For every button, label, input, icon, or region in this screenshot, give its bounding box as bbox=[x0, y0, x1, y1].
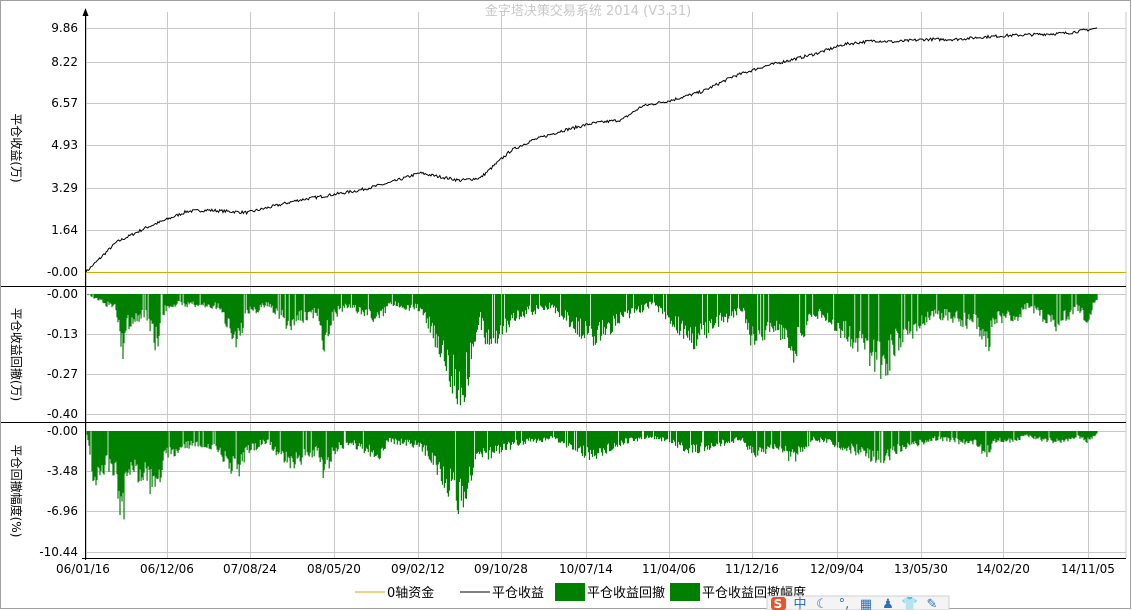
chart-title: 金字塔决策交易系统 2014 (V3.31) bbox=[485, 3, 691, 19]
wrench-icon[interactable]: ✎ bbox=[927, 597, 938, 610]
x-tick-label: 14/11/05 bbox=[1061, 562, 1115, 576]
y-tick-label: -0.27 bbox=[47, 367, 78, 381]
legend-label: 0轴资金 bbox=[387, 585, 434, 601]
y-tick-label: -0.00 bbox=[47, 287, 78, 301]
y-tick-label: -3.48 bbox=[47, 464, 78, 478]
x-tick-label: 13/05/30 bbox=[894, 562, 948, 576]
x-tick-label: 08/05/20 bbox=[307, 562, 361, 576]
keyboard-icon[interactable]: ▦ bbox=[860, 597, 872, 610]
y-axis-title-drawdown-pct: 平仓回撤幅度(%) bbox=[9, 445, 24, 538]
y-tick-label: 6.57 bbox=[51, 96, 78, 110]
y-tick-label: 9.86 bbox=[51, 21, 78, 35]
y-tick-label: 1.64 bbox=[51, 223, 78, 237]
chart-canvas: 金字塔决策交易系统 2014 (V3.31) 9.86 8.22 6.57 4.93 3… bbox=[0, 0, 1132, 610]
y-tick-label: -0.00 bbox=[47, 424, 78, 438]
y-tick-label: 8.22 bbox=[51, 55, 78, 69]
x-tick-label: 12/09/04 bbox=[810, 562, 864, 576]
sogou-s-icon[interactable]: S bbox=[774, 597, 783, 610]
legend-swatch-box bbox=[670, 583, 700, 601]
y-tick-label: -6.96 bbox=[47, 504, 78, 518]
y-tick-label: 4.93 bbox=[51, 138, 78, 152]
x-tick-label: 06/01/16 bbox=[56, 562, 110, 576]
legend-label: 平仓收益回撤 bbox=[587, 585, 665, 601]
y-tick-label: 3.29 bbox=[51, 181, 78, 195]
x-tick-label: 11/04/06 bbox=[642, 562, 696, 576]
user-icon[interactable]: ♟ bbox=[882, 597, 894, 610]
legend-item: 平仓收益回撤 bbox=[555, 583, 665, 601]
y-axis-title-drawdown: 平仓收益回撤(万) bbox=[9, 308, 24, 401]
legend-label: 平仓收益 bbox=[492, 586, 544, 601]
x-tick-label: 10/07/14 bbox=[559, 562, 613, 576]
legend: 0轴资金 平仓收益 平仓收益回撤 平仓收益回撤幅度 bbox=[355, 583, 806, 601]
punctuation-icon[interactable]: °, bbox=[839, 597, 850, 610]
moon-icon[interactable]: ☾ bbox=[816, 597, 828, 610]
x-tick-label: 11/12/16 bbox=[725, 562, 779, 576]
x-tick-label: 09/02/12 bbox=[391, 562, 445, 576]
x-tick-label: 07/08/24 bbox=[223, 562, 277, 576]
shirt-icon[interactable]: 👕 bbox=[902, 597, 918, 610]
y-tick-label: -10.44 bbox=[39, 545, 78, 559]
legend-swatch-box bbox=[555, 583, 585, 601]
x-tick-label: 06/12/06 bbox=[140, 562, 194, 576]
y-axis-title-equity: 平仓收益(万) bbox=[9, 113, 23, 182]
y-tick-label: -0.13 bbox=[47, 327, 78, 341]
y-tick-label: -0.40 bbox=[47, 407, 78, 421]
y-tick-label: -0.00 bbox=[47, 265, 78, 279]
x-tick-label: 14/02/20 bbox=[976, 562, 1030, 576]
input-toolbar[interactable]: S 中 ☾ °, ▦ ♟ 👕 ✎ bbox=[766, 595, 950, 610]
chinese-input-icon[interactable]: 中 bbox=[793, 597, 806, 610]
x-tick-label: 09/10/28 bbox=[474, 562, 528, 576]
